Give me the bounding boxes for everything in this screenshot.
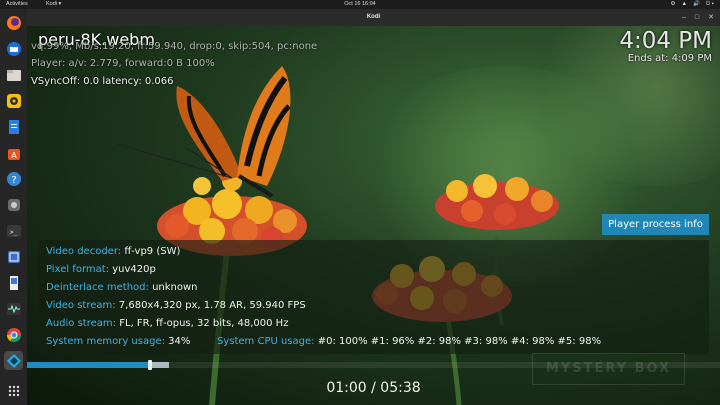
svg-text:A: A	[11, 151, 17, 160]
pixel-format-row: Pixel format: yuv420p	[46, 264, 156, 275]
pixel-format-label: Pixel format:	[46, 264, 110, 275]
help-icon[interactable]: ?	[4, 169, 23, 188]
window-title: Kodi	[366, 14, 381, 20]
rhythmbox-icon[interactable]	[4, 91, 23, 110]
system-memory-value: 34%	[168, 336, 191, 347]
shopping-bag-glyph: A	[7, 148, 20, 160]
waveform-glyph	[6, 302, 21, 315]
show-applications-icon[interactable]	[4, 381, 23, 400]
terminal-glyph: >_	[6, 224, 21, 237]
minimize-button[interactable]: –	[682, 9, 686, 26]
system-cpu-value: #0: 100% #1: 96% #2: 98% #3: 98% #4: 98%…	[317, 336, 602, 347]
audio-stream-value: FL, FR, ff-opus, 32 bits, 48,000 Hz	[119, 318, 289, 329]
seek-bar[interactable]	[27, 360, 720, 370]
settings-icon[interactable]	[4, 195, 23, 214]
debug-vsync-stats: VSyncOff: 0.0 latency: 0.066	[31, 76, 174, 87]
firefox-icon[interactable]	[4, 13, 23, 32]
terminal-icon[interactable]: >_	[4, 221, 23, 240]
document-viewer-icon[interactable]	[4, 273, 23, 292]
chrome-icon[interactable]	[4, 325, 23, 344]
tray-upload-icon[interactable]: ▲	[681, 0, 686, 9]
pixel-format-value: yuv420p	[112, 264, 156, 275]
system-memory-label: System memory usage:	[46, 336, 165, 347]
osd-clock: 4:04 PM	[619, 28, 712, 54]
deinterlace-label: Deinterlace method:	[46, 282, 149, 293]
video-stream-value: 7,680x4,320 px, 1.78 AR, 59.940 FPS	[118, 300, 306, 311]
system-cpu-row: System CPU usage: #0: 100% #1: 96% #2: 9…	[217, 336, 601, 347]
ubuntu-dock: A ? >_	[0, 9, 27, 405]
audio-stream-label: Audio stream:	[46, 318, 117, 329]
video-stream-label: Video stream:	[46, 300, 116, 311]
system-top-bar: Activities Kodi ▾ Oct 16 16:04 ⚙ ▲ 🔊 ⏻ ▾	[0, 0, 720, 9]
tray-power-icon[interactable]: ⏻ ▾	[706, 0, 714, 9]
close-button[interactable]: ✕	[708, 9, 714, 26]
grid-glyph	[8, 385, 19, 396]
tray-volume-icon[interactable]: 🔊	[693, 0, 700, 9]
folder-glyph	[6, 69, 21, 81]
gear-glyph	[7, 198, 20, 211]
video-viewport[interactable]: peru-8K.webm vq:99%, Mb/s:19.20, fr:59.9…	[27, 26, 720, 405]
player-info-panel: Video decoder: ff-vp9 (SW) Pixel format:…	[38, 240, 709, 354]
page-glyph	[9, 275, 18, 290]
debug-video-stats: vq:99%, Mb/s:19.20, fr:59.940, drop:0, s…	[31, 41, 318, 52]
chrome-glyph	[6, 327, 21, 342]
osd-ends-at: Ends at: 4:09 PM	[627, 53, 712, 64]
seek-handle[interactable]	[148, 360, 152, 370]
deinterlace-row: Deinterlace method: unknown	[46, 282, 198, 293]
system-monitor-icon[interactable]	[4, 299, 23, 318]
audio-stream-row: Audio stream: FL, FR, ff-opus, 32 bits, …	[46, 318, 288, 329]
question-glyph: ?	[6, 171, 21, 186]
seek-progress	[27, 362, 150, 368]
thunderbird-glyph	[6, 41, 21, 56]
deinterlace-value: unknown	[152, 282, 198, 293]
system-tray[interactable]: ⚙ ▲ 🔊 ⏻ ▾	[671, 0, 714, 9]
libreoffice-writer-icon[interactable]	[4, 117, 23, 136]
thunderbird-icon[interactable]	[4, 39, 23, 58]
debug-player-stats: Player: a/v: 2.779, forward:0 B 100%	[31, 58, 215, 69]
video-decoder-row: Video decoder: ff-vp9 (SW)	[46, 246, 180, 257]
video-decoder-value: ff-vp9 (SW)	[124, 246, 181, 257]
software-icon[interactable]: A	[4, 143, 23, 162]
video-decoder-label: Video decoder:	[46, 246, 122, 257]
speaker-glyph	[6, 93, 21, 108]
player-process-info-button[interactable]: Player process info	[602, 214, 709, 235]
document-glyph	[8, 119, 19, 134]
kodi-icon[interactable]	[4, 351, 23, 370]
svg-text:>_: >_	[10, 229, 18, 236]
files-icon[interactable]	[4, 65, 23, 84]
svg-text:?: ?	[11, 175, 16, 186]
maximize-button[interactable]: □	[695, 9, 699, 26]
lantana-flower-right	[435, 174, 559, 230]
system-memory-row: System memory usage: 34%	[46, 336, 190, 347]
video-stream-row: Video stream: 7,680x4,320 px, 1.78 AR, 5…	[46, 300, 306, 311]
system-cpu-label: System CPU usage:	[217, 336, 315, 347]
kodi-glyph	[6, 353, 21, 368]
firefox-glyph	[6, 15, 21, 30]
system-clock[interactable]: Oct 16 16:04	[0, 0, 720, 9]
screenshot-glyph	[7, 250, 20, 263]
window-title-bar[interactable]: Kodi – □ ✕	[27, 9, 720, 26]
tray-network-icon[interactable]: ⚙	[671, 0, 676, 9]
screenshot-icon[interactable]	[4, 247, 23, 266]
window-controls: – □ ✕	[682, 9, 714, 26]
playback-time: 01:00 / 05:38	[326, 380, 421, 396]
